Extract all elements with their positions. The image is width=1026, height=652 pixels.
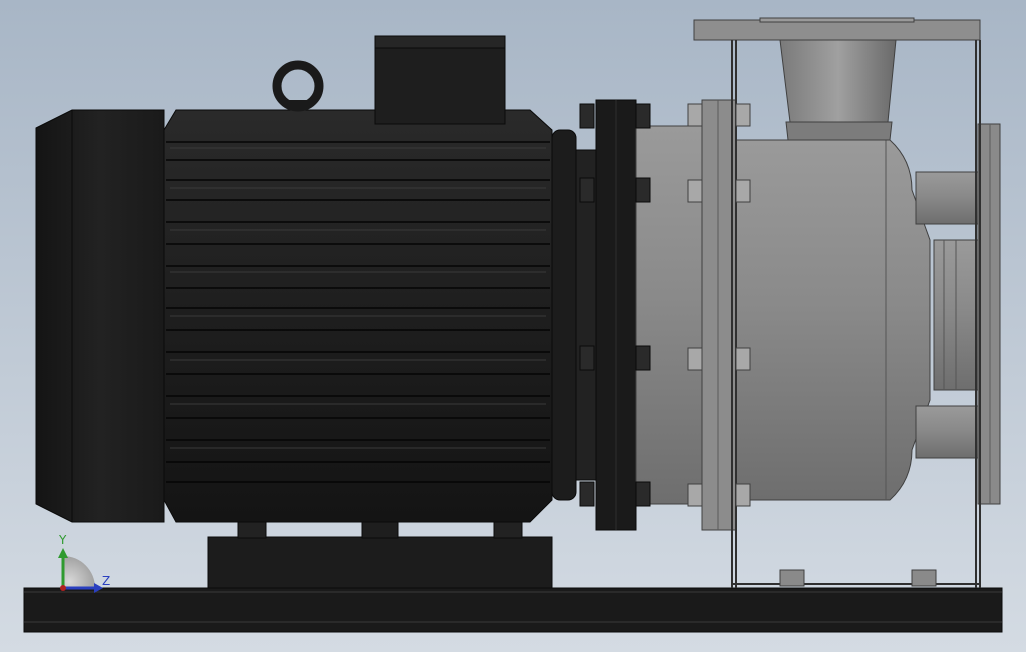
terminal-box[interactable] — [374, 35, 506, 125]
pump-casing[interactable] — [635, 99, 931, 531]
fan-cover[interactable] — [35, 109, 165, 523]
y-axis-label: Y — [59, 533, 67, 547]
graphics-viewport[interactable]: Y Z — [0, 0, 1026, 652]
motor-body[interactable] — [163, 109, 553, 523]
baseplate[interactable] — [23, 587, 1003, 633]
motor-flange[interactable] — [551, 99, 637, 531]
pump-model[interactable] — [0, 0, 1026, 652]
z-axis-label: Z — [102, 574, 111, 588]
reference-triad — [58, 548, 103, 593]
lifting-eye[interactable] — [272, 60, 324, 112]
